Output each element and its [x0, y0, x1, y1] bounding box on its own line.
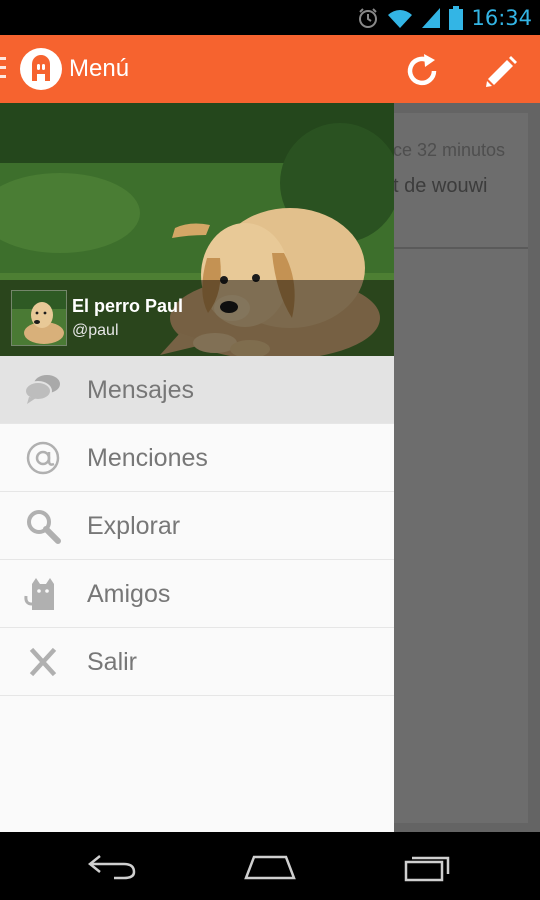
wifi-icon — [388, 9, 413, 28]
app-logo-icon[interactable] — [19, 47, 63, 91]
menu-label-explorar: Explorar — [87, 512, 181, 540]
avatar[interactable] — [11, 290, 67, 346]
status-bar: 16:34 — [0, 0, 540, 35]
drawer-indicator-icon[interactable] — [0, 57, 6, 81]
clock: 16:34 — [471, 5, 532, 30]
post-text: t de wouwi — [394, 175, 488, 197]
compose-button[interactable] — [480, 51, 520, 91]
back-icon[interactable] — [84, 852, 140, 882]
menu-item-amigos[interactable]: Amigos — [0, 560, 394, 628]
refresh-button[interactable] — [402, 51, 442, 91]
avatar-image — [12, 291, 66, 345]
speech-bubbles-icon — [24, 375, 60, 404]
timeline-card: ce 32 minutos t de wouwi — [394, 113, 528, 823]
navigation-drawer: El perro Paul @paul Mensajes Menciones E… — [0, 103, 394, 832]
system-nav-bar — [0, 832, 540, 900]
profile-band[interactable]: El perro Paul @paul — [0, 280, 394, 356]
menu-item-menciones[interactable]: Menciones — [0, 424, 394, 492]
action-bar-title[interactable]: Menú — [69, 55, 129, 83]
menu-label-mensajes: Mensajes — [87, 376, 194, 404]
drawer-header: El perro Paul @paul — [0, 103, 394, 356]
menu-item-salir[interactable]: Salir — [0, 628, 394, 696]
cat-icon — [24, 578, 54, 610]
menu-item-mensajes[interactable]: Mensajes — [0, 356, 394, 424]
timeline-background: ce 32 minutos t de wouwi — [394, 103, 540, 832]
action-bar: Menú — [0, 35, 540, 103]
magnifier-icon — [27, 510, 61, 544]
profile-name[interactable]: El perro Paul — [72, 296, 183, 317]
profile-handle: @paul — [72, 322, 119, 339]
alarm-icon — [359, 7, 378, 28]
menu-label-salir: Salir — [87, 648, 138, 676]
recent-apps-icon[interactable] — [400, 852, 456, 882]
divider — [394, 247, 528, 249]
menu-label-amigos: Amigos — [87, 580, 171, 608]
close-icon — [29, 647, 57, 677]
drawer-menu: Mensajes Menciones Explorar Amigos Salir — [0, 356, 394, 696]
menu-item-explorar[interactable]: Explorar — [0, 492, 394, 560]
battery-icon — [449, 5, 464, 30]
at-sign-icon — [26, 441, 60, 475]
menu-label-menciones: Menciones — [87, 444, 208, 472]
signal-icon — [422, 7, 441, 28]
post-time: ce 32 minutos — [394, 140, 506, 160]
home-icon[interactable] — [242, 852, 298, 882]
